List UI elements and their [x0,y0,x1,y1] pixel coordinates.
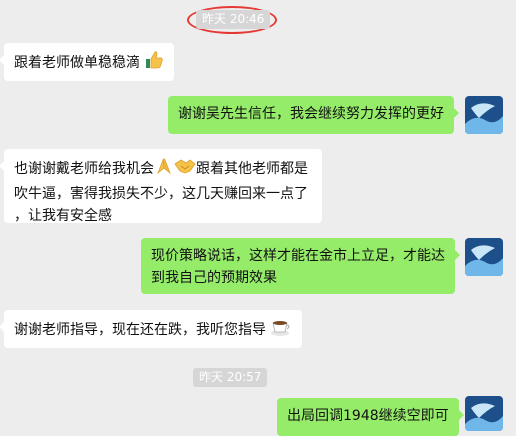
message-text: 出局回调1948继续空即可 [287,408,449,424]
timestamp: 昨天 20:46 [196,10,271,29]
coffee-cup-icon [270,317,292,344]
message-bubble-received[interactable]: 也谢谢戴老师给我机会 跟着其他老师都是 吹牛逼，害得我损失不少，这几天赚回来一点… [0,149,322,224]
message-text: 现价策略说话，这样才能在金市上立足，才能达 [151,248,445,264]
message-bubble-received[interactable]: 谢谢老师指导，现在还在跌，我听您指导 [0,310,303,348]
avatar[interactable] [465,396,503,431]
message-bubble-sent[interactable]: 谢谢吴先生信任，我会继续努力发挥的更好 [168,96,459,134]
message-bubble-received[interactable]: 跟着老师做单稳稳滴 [0,43,175,81]
message-bubble-sent[interactable]: 出局回调1948继续空即可 [277,398,464,436]
message-text: 也谢谢戴老师给我机会 [14,161,154,177]
timestamp: 昨天 20:57 [193,368,268,387]
message-bubble-sent[interactable]: 现价策略说话，这样才能在金市上立足，才能达 到我自己的预期效果 [141,238,460,294]
message-text: 跟着老师做单稳稳滴 [14,55,140,71]
handshake-icon [174,156,196,183]
thumbs-up-icon [144,50,164,77]
message-text: 到我自己的预期效果 [151,270,277,286]
message-text: 吹牛逼，害得我损失不少，这几天赚回来一点了 [14,186,308,202]
message-text: 谢谢吴先生信任，我会继续努力发挥的更好 [178,106,444,122]
message-text: 谢谢老师指导，现在还在跌，我听您指导 [14,322,266,338]
avatar[interactable] [465,238,503,276]
avatar[interactable] [465,96,503,134]
message-text: ，让我有安全感 [14,208,112,224]
message-text: 跟着其他老师都是 [196,161,308,177]
bowing-hands-icon [154,156,174,183]
